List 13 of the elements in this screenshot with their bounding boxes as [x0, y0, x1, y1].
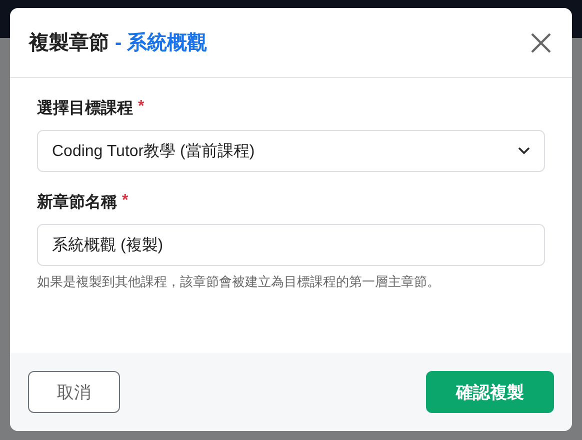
field-label: 選擇目標課程	[37, 98, 133, 119]
required-mark: *	[122, 192, 128, 211]
required-mark: *	[138, 98, 144, 117]
chapter-name: - 系統概觀	[115, 31, 208, 56]
cancel-button[interactable]: 取消	[28, 371, 120, 413]
course-select[interactable]: Coding Tutor教學 (當前課程)	[37, 130, 545, 172]
close-button[interactable]	[530, 32, 552, 54]
field-label: 新章節名稱	[37, 192, 117, 213]
chapter-name-field[interactable]: 系統概觀 (複製)	[37, 224, 545, 266]
dialog-title: 複製章節	[29, 30, 109, 56]
help-text: 如果是複製到其他課程，該章節會被建立為目標課程的第一層主章節。	[37, 273, 441, 291]
close-icon	[530, 32, 552, 54]
chevron-down-icon	[518, 147, 530, 155]
